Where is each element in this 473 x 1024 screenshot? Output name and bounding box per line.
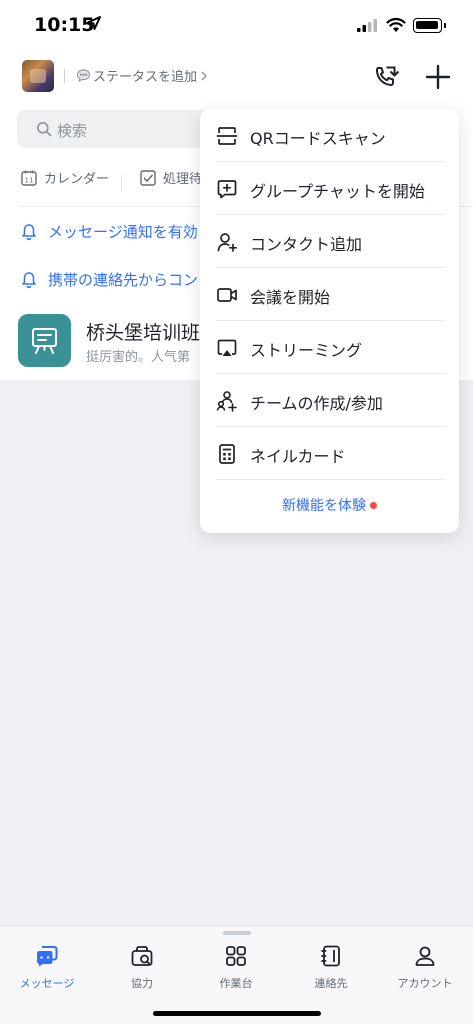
chat-name: 桥头堡培训班 [86,322,201,344]
svg-text:11: 11 [25,176,34,184]
search-icon [37,122,52,137]
tab-label: メッセージ [19,977,75,990]
menu-item-business-card[interactable]: ネイルカード [200,427,459,480]
add-status-button[interactable]: ステータスを追加 [76,66,209,85]
tab-label: アカウント [397,977,453,990]
presentation-board-icon [32,328,57,354]
bell-icon [22,223,36,240]
calendar-icon: 11 [21,170,37,186]
wifi-icon [386,17,406,32]
contacts-icon [321,945,340,967]
enable-notification-banner[interactable]: メッセージ通知を有効 [20,221,198,242]
notification-dot [370,501,377,509]
message-icon [37,946,58,967]
home-indicator [153,1011,321,1016]
import-contacts-banner[interactable]: 携帯の連絡先からコン [20,269,198,290]
battery-icon [413,18,442,33]
notice-text: メッセージ通知を有効 [48,223,198,241]
group-avatar [18,314,71,367]
plus-button-icon[interactable] [423,62,453,92]
menu-item-label: チームの作成/参加 [250,394,383,413]
menu-item-label: コンタクト追加 [250,235,363,254]
business-card-icon [219,444,235,464]
todo-shortcut[interactable]: 処理待 [139,168,202,187]
group-chat-icon [217,180,237,199]
menu-item-add-contact[interactable]: コンタクト追加 [200,215,459,268]
try-new-features-link[interactable]: 新機能を体験 [200,495,459,515]
speech-bubble-icon [76,69,91,83]
chat-preview: 挺厉害的。人气第 [86,350,191,365]
top-header: ステータスを追加 [0,50,473,110]
notice-text: 携帯の連絡先からコン [48,271,199,289]
try-new-features-label: 新機能を体験 [282,498,366,514]
menu-item-label: 会議を開始 [250,288,331,307]
menu-item-team[interactable]: チームの作成/参加 [200,374,459,427]
menu-item-qr-scan[interactable]: QRコードスキャン [200,109,459,162]
calendar-shortcut[interactable]: 11 カレンダー [20,168,109,187]
tab-collaboration[interactable]: 協力 [95,944,189,991]
menu-item-group-chat[interactable]: グループチャットを開始 [200,162,459,215]
tab-label: 協力 [131,977,153,990]
team-icon [216,391,237,412]
add-contact-icon [217,233,238,252]
location-arrow-icon [87,16,101,30]
chevron-right-icon [201,71,208,80]
phone-call-button-icon[interactable] [370,62,400,92]
bottom-tab-bar: メッセージ 協力 作業台 連絡先 アカウント [0,925,473,1024]
search-placeholder: 検索 [57,122,88,140]
tab-contacts[interactable]: 連絡先 [284,944,378,991]
menu-item-label: QRコードスキャン [250,129,386,148]
tab-workspace[interactable]: 作業台 [189,944,283,991]
account-icon [415,946,435,966]
tab-label: 連絡先 [314,977,348,990]
menu-item-start-meeting[interactable]: 会議を開始 [200,268,459,321]
menu-item-streaming[interactable]: ストリーミング [200,321,459,374]
drag-handle[interactable] [223,931,251,935]
menu-item-label: ネイルカード [250,447,346,466]
video-icon [217,288,237,302]
add-status-label: ステータスを追加 [93,70,198,85]
bell-icon [22,271,36,288]
avatar[interactable] [22,60,54,92]
calendar-label: カレンダー [44,172,110,187]
screen-cast-icon [217,339,237,356]
add-menu-popup: QRコードスキャン グループチャットを開始 コンタクト追加 会議を開始 ストリー… [200,109,459,533]
menu-item-label: グループチャットを開始 [250,182,425,201]
cellular-signal-icon [357,19,377,32]
tab-messages[interactable]: メッセージ [0,944,94,991]
status-bar: 10:15 [0,0,473,50]
menu-item-label: ストリーミング [250,341,363,360]
collab-icon [131,946,153,966]
checkbox-icon [140,169,156,186]
tab-account[interactable]: アカウント [378,944,472,991]
todo-label: 処理待 [163,172,203,187]
workspace-icon [226,946,246,966]
tab-label: 作業台 [219,977,253,990]
qr-scan-icon [216,127,238,145]
